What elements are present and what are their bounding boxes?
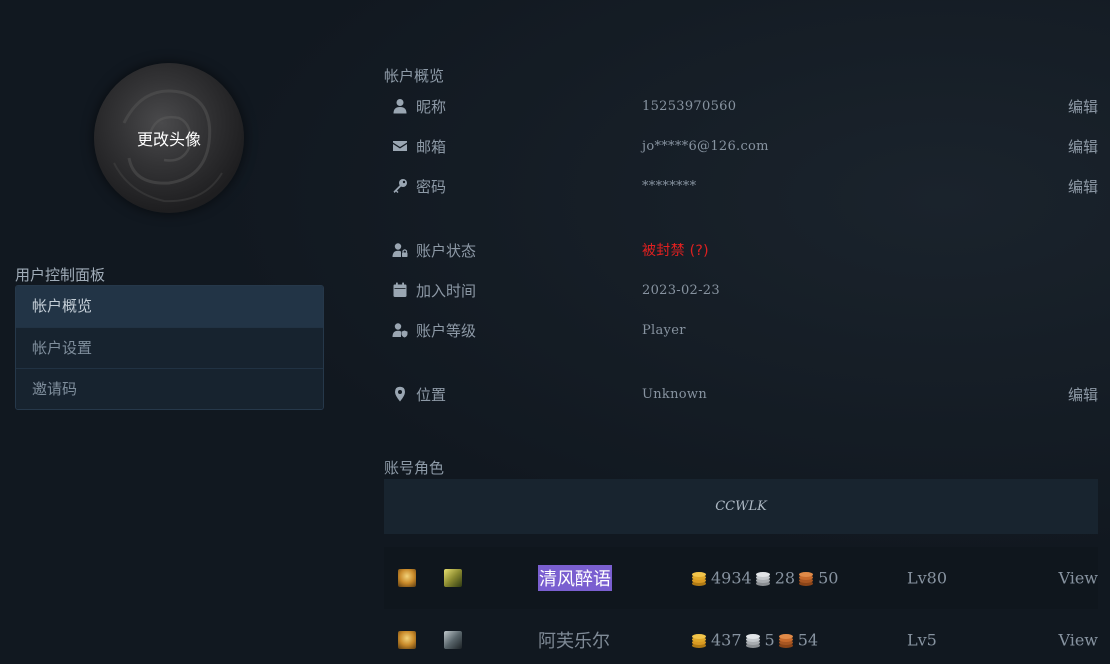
- view-character-link[interactable]: View: [1058, 631, 1098, 650]
- gold-coin-icon: [692, 571, 706, 586]
- character-money: 437 5 54: [688, 631, 818, 650]
- realm-name: CCWLK: [715, 499, 767, 514]
- join-date-value: 2023-02-23: [642, 282, 720, 298]
- nickname-label: 昵称: [416, 97, 447, 116]
- character-level: Lv5: [907, 630, 937, 650]
- account-status-value[interactable]: 被封禁 (?): [642, 240, 1098, 260]
- edit-password-link[interactable]: 编辑: [1068, 176, 1098, 197]
- user-icon: [384, 98, 416, 114]
- join-date-row: 加入时间 2023-02-23: [384, 275, 1098, 305]
- copper-coin-icon: [799, 571, 814, 586]
- edit-nickname-link[interactable]: 编辑: [1068, 96, 1098, 117]
- sidebar-item-settings[interactable]: 帐户设置: [16, 327, 323, 368]
- account-status-label: 账户状态: [416, 241, 477, 260]
- copper-amount: 54: [797, 630, 819, 650]
- user-shield-icon: [384, 322, 416, 338]
- class-hunter-icon: [444, 569, 462, 587]
- silver-coin-icon: [755, 571, 770, 586]
- race-human-female-icon: [398, 631, 416, 649]
- calendar-icon: [384, 282, 416, 298]
- account-status-row: 账户状态 被封禁 (?): [384, 235, 1098, 265]
- gold-amount: 4934: [711, 568, 752, 588]
- location-label: 位置: [416, 385, 447, 404]
- nickname-value: 15253970560: [642, 98, 737, 114]
- join-date-label: 加入时间: [416, 281, 477, 300]
- overview-title: 帐户概览: [384, 67, 445, 85]
- character-name[interactable]: 清风醉语: [538, 565, 612, 591]
- silver-coin-icon: [745, 633, 760, 648]
- realm-header: CCWLK: [384, 479, 1098, 534]
- change-avatar-label: 更改头像: [136, 130, 201, 149]
- key-icon: [384, 178, 416, 194]
- user-lock-icon: [384, 242, 416, 258]
- account-level-label: 账户等级: [416, 321, 477, 340]
- location-row: 位置 Unknown 编辑: [384, 379, 1098, 409]
- email-row: 邮箱 jo*****6@126.com 编辑: [384, 131, 1098, 161]
- copper-amount: 50: [818, 568, 839, 588]
- map-marker-icon: [384, 386, 416, 402]
- gold-coin-icon: [692, 633, 706, 648]
- characters-title: 账号角色: [384, 459, 445, 477]
- character-row[interactable]: 阿芙乐尔 437 5 54 Lv5 View: [384, 609, 1098, 664]
- edit-location-link[interactable]: 编辑: [1068, 384, 1098, 405]
- character-level: Lv80: [907, 568, 948, 588]
- password-label: 密码: [416, 177, 447, 196]
- nickname-row: 昵称 15253970560 编辑: [384, 91, 1098, 121]
- character-money: 4934 28 50: [688, 569, 838, 588]
- class-rogue-icon: [444, 631, 462, 649]
- gold-amount: 437: [711, 630, 742, 650]
- control-panel-title: 用户控制面板: [15, 266, 106, 284]
- email-value: jo*****6@126.com: [642, 138, 769, 154]
- sidebar-item-overview[interactable]: 帐户概览: [16, 286, 323, 327]
- password-row: 密码 ******** 编辑: [384, 171, 1098, 201]
- view-character-link[interactable]: View: [1058, 569, 1098, 588]
- character-row[interactable]: 清风醉语 4934 28 50 Lv80 View: [384, 547, 1098, 609]
- password-value: ********: [642, 178, 697, 194]
- silver-amount: 28: [774, 568, 796, 588]
- account-level-value: Player: [642, 322, 686, 338]
- location-value: Unknown: [642, 386, 708, 402]
- race-human-female-icon: [398, 569, 416, 587]
- envelope-icon: [384, 138, 416, 154]
- sidebar-item-invite-code[interactable]: 邀请码: [16, 368, 323, 409]
- avatar-change-button[interactable]: 更改头像: [94, 63, 244, 213]
- account-level-row: 账户等级 Player: [384, 315, 1098, 345]
- email-label: 邮箱: [416, 137, 447, 156]
- character-name[interactable]: 阿芙乐尔: [538, 627, 610, 653]
- sidebar-menu: 帐户概览 帐户设置 邀请码: [15, 285, 324, 410]
- edit-email-link[interactable]: 编辑: [1068, 136, 1098, 157]
- silver-amount: 5: [764, 630, 775, 650]
- copper-coin-icon: [778, 633, 793, 648]
